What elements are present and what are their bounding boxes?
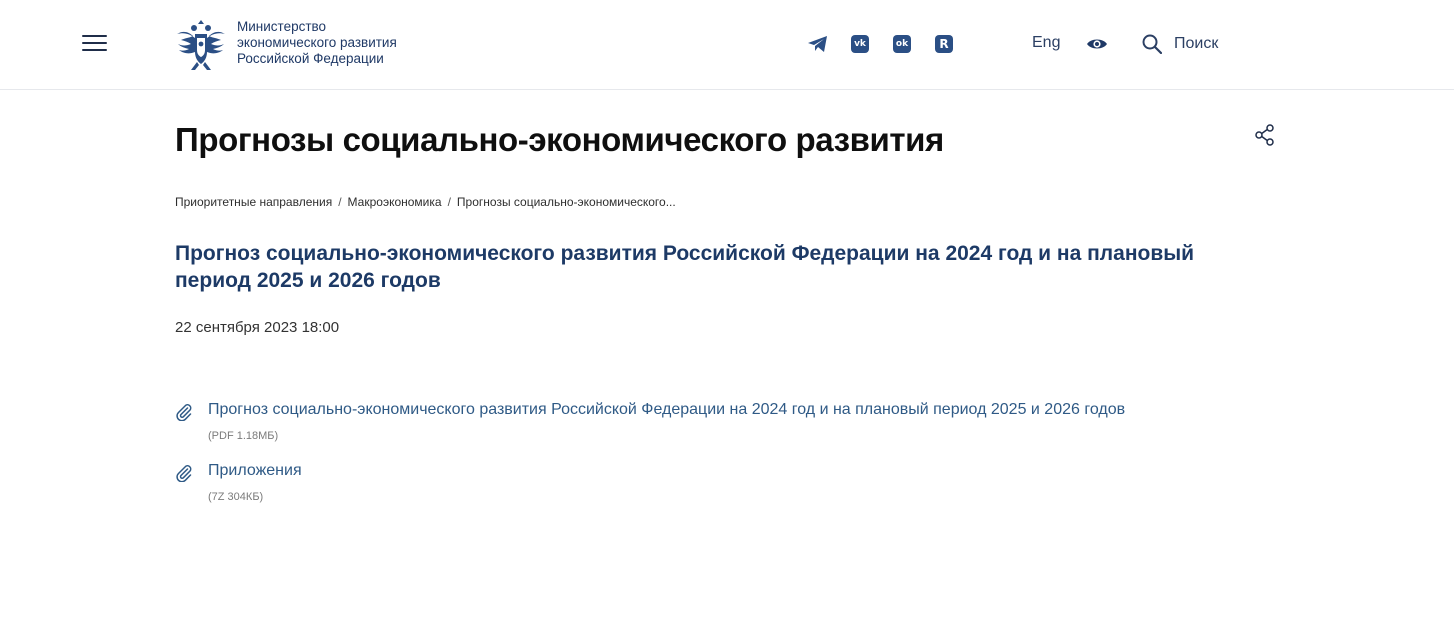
attachment-link[interactable]: Прогноз социально-экономического развити… — [208, 401, 1125, 419]
document-date: 22 сентября 2023 18:00 — [175, 319, 340, 336]
attachment-meta: (PDF 1.18МБ) — [208, 430, 279, 442]
breadcrumb-item-priority[interactable]: Приоритетные направления — [175, 195, 332, 209]
paperclip-icon — [176, 465, 192, 482]
attachment-meta: (7Z 304КБ) — [208, 491, 264, 503]
search-icon — [1142, 34, 1162, 54]
breadcrumb-item-macroeconomics[interactable]: Макроэкономика — [348, 195, 442, 209]
breadcrumb-item-current[interactable]: Прогнозы социально-экономического... — [457, 195, 676, 209]
breadcrumb: Приоритетные направления / Макроэкономика /… — [175, 195, 676, 209]
attachment-link[interactable]: Приложения — [208, 462, 302, 480]
search-button[interactable]: Поиск — [1142, 32, 1218, 56]
ministry-name-line: экономического развития — [237, 35, 397, 50]
vk-icon: vk — [851, 35, 869, 53]
odnoklassniki-link[interactable]: ok — [891, 33, 913, 55]
share-icon[interactable] — [1255, 124, 1275, 146]
rutube-link[interactable]: R — [933, 33, 955, 55]
language-switch-link[interactable]: Eng — [1032, 34, 1060, 52]
site-header: Министерство экономического развития Рос… — [0, 0, 1454, 90]
breadcrumb-separator: / — [338, 195, 342, 209]
telegram-icon — [808, 36, 827, 52]
rutube-icon: R — [935, 35, 953, 53]
double-headed-eagle-emblem-icon[interactable] — [175, 16, 227, 72]
odnoklassniki-icon: ok — [893, 35, 911, 53]
telegram-link[interactable] — [807, 33, 829, 55]
vk-icon-letter: vk — [854, 39, 866, 49]
ministry-name-line: Российской Федерации — [237, 51, 384, 66]
page-title: Прогнозы социально-экономического развит… — [175, 121, 944, 158]
odnoklassniki-icon-letter: ok — [895, 39, 909, 49]
ministry-name[interactable]: Министерство экономического развития Рос… — [237, 19, 397, 67]
rutube-icon-letter: R — [939, 37, 949, 51]
menu-burger-icon[interactable] — [82, 35, 107, 53]
vk-link[interactable]: vk — [849, 33, 871, 55]
document-title: Прогноз социально-экономического развити… — [175, 242, 1195, 292]
breadcrumb-separator: / — [447, 195, 451, 209]
ministry-name-line: Министерство — [237, 19, 327, 34]
accessibility-eye-icon[interactable] — [1086, 35, 1108, 53]
search-label: Поиск — [1174, 35, 1219, 52]
paperclip-icon — [176, 404, 192, 421]
